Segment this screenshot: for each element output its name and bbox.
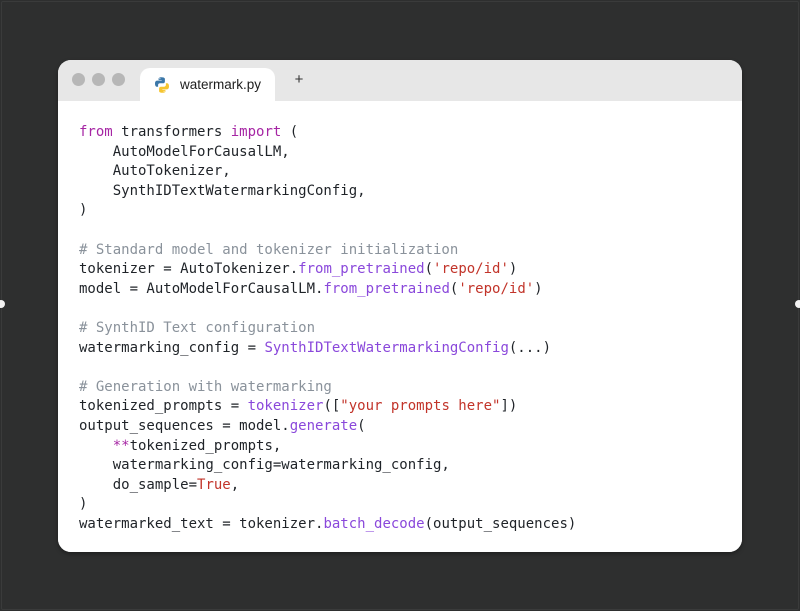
plain-token: ) <box>79 496 88 513</box>
plain-token: (...) <box>508 339 552 356</box>
code-line: tokenized_prompts = tokenizer(["your pro… <box>79 397 742 417</box>
python-icon <box>153 76 171 94</box>
code-line: SynthIDTextWatermarkingConfig, <box>79 182 742 202</box>
function-token: batch_decode <box>323 515 425 532</box>
plain-token: model = AutoModelForCausalLM. <box>79 280 324 297</box>
function-token: from_pretrained <box>298 261 425 278</box>
plain-token: output_sequences = model. <box>79 417 290 434</box>
plain-token: ([ <box>323 398 341 415</box>
code-line: watermarked_text = tokenizer.batch_decod… <box>79 515 742 535</box>
plain-token: watermarked_text = tokenizer. <box>79 515 324 532</box>
plain-token: transformers <box>112 124 231 140</box>
function-token: SynthIDTextWatermarkingConfig <box>264 339 509 356</box>
string-token: True <box>197 476 231 493</box>
plain-token: ) <box>79 202 88 219</box>
plain-token: tokenized_prompts, <box>129 437 282 454</box>
plain-token: (output_sequences) <box>424 515 577 532</box>
plain-token: AutoTokenizer, <box>79 163 231 180</box>
title-bar: watermark.py + <box>58 60 742 101</box>
code-line: AutoTokenizer, <box>79 162 742 182</box>
code-line: AutoModelForCausalLM, <box>79 143 742 163</box>
code-line: do_sample=True, <box>79 476 742 496</box>
left-resize-handle[interactable] <box>0 300 5 308</box>
plain-token: AutoModelForCausalLM, <box>79 143 290 160</box>
code-line: model = AutoModelForCausalLM.from_pretra… <box>79 280 742 300</box>
function-token: from_pretrained <box>323 280 450 297</box>
code-line: from transformers import ( <box>79 123 742 143</box>
maximize-dot[interactable] <box>112 73 125 86</box>
code-line: # Standard model and tokenizer initializ… <box>79 241 742 261</box>
plain-token: ) <box>508 261 518 278</box>
code-line: # SynthID Text configuration <box>79 319 742 339</box>
plain-token: watermarking_config = <box>79 339 265 356</box>
string-token: 'repo/id' <box>458 280 535 297</box>
code-line: output_sequences = model.generate( <box>79 417 742 437</box>
new-tab-button[interactable]: + <box>290 71 308 89</box>
string-token: "your prompts here" <box>340 398 501 415</box>
tab-file-name: watermark.py <box>180 77 262 92</box>
code-line: watermarking_config = SynthIDTextWaterma… <box>79 339 742 359</box>
code-line: # Generation with watermarking <box>79 378 742 398</box>
plain-token: tokenizer = AutoTokenizer. <box>79 261 299 278</box>
plain-token: do_sample= <box>79 476 198 493</box>
right-resize-handle[interactable] <box>795 300 800 308</box>
plain-token: tokenized_prompts = <box>79 398 248 415</box>
plain-token: ( <box>281 124 299 140</box>
function-token: tokenizer <box>247 398 324 415</box>
code-editor[interactable]: from transformers import ( AutoModelForC… <box>58 101 742 552</box>
tab-watermark-py[interactable]: watermark.py <box>140 68 275 101</box>
plain-token: ( <box>357 417 366 434</box>
keyword-token: ** <box>112 437 130 454</box>
code-line: watermarking_config=watermarking_config, <box>79 456 742 476</box>
code-line: tokenizer = AutoTokenizer.from_pretraine… <box>79 260 742 280</box>
keyword-token: from <box>79 124 113 140</box>
comment-token: # Generation with watermarking <box>79 378 332 395</box>
keyword-token: import <box>230 124 282 140</box>
function-token: generate <box>289 417 358 434</box>
plain-token: watermarking_config=watermarking_config, <box>79 457 450 474</box>
plain-token: ]) <box>500 398 518 415</box>
code-block: from transformers import ( AutoModelForC… <box>58 101 742 534</box>
code-line: **tokenized_prompts, <box>79 437 742 457</box>
code-line: ) <box>79 495 742 515</box>
code-line: ) <box>79 201 742 221</box>
string-token: 'repo/id' <box>433 261 509 278</box>
plain-token: ( <box>424 261 434 278</box>
minimize-dot[interactable] <box>92 73 105 86</box>
comment-token: # Standard model and tokenizer initializ… <box>79 241 459 258</box>
close-dot[interactable] <box>72 73 85 86</box>
plain-token: ) <box>534 280 543 297</box>
comment-token: # SynthID Text configuration <box>79 319 316 336</box>
code-window: watermark.py + from transformers import … <box>58 60 742 552</box>
plain-token: SynthIDTextWatermarkingConfig, <box>79 182 366 199</box>
plain-token: , <box>230 476 240 493</box>
